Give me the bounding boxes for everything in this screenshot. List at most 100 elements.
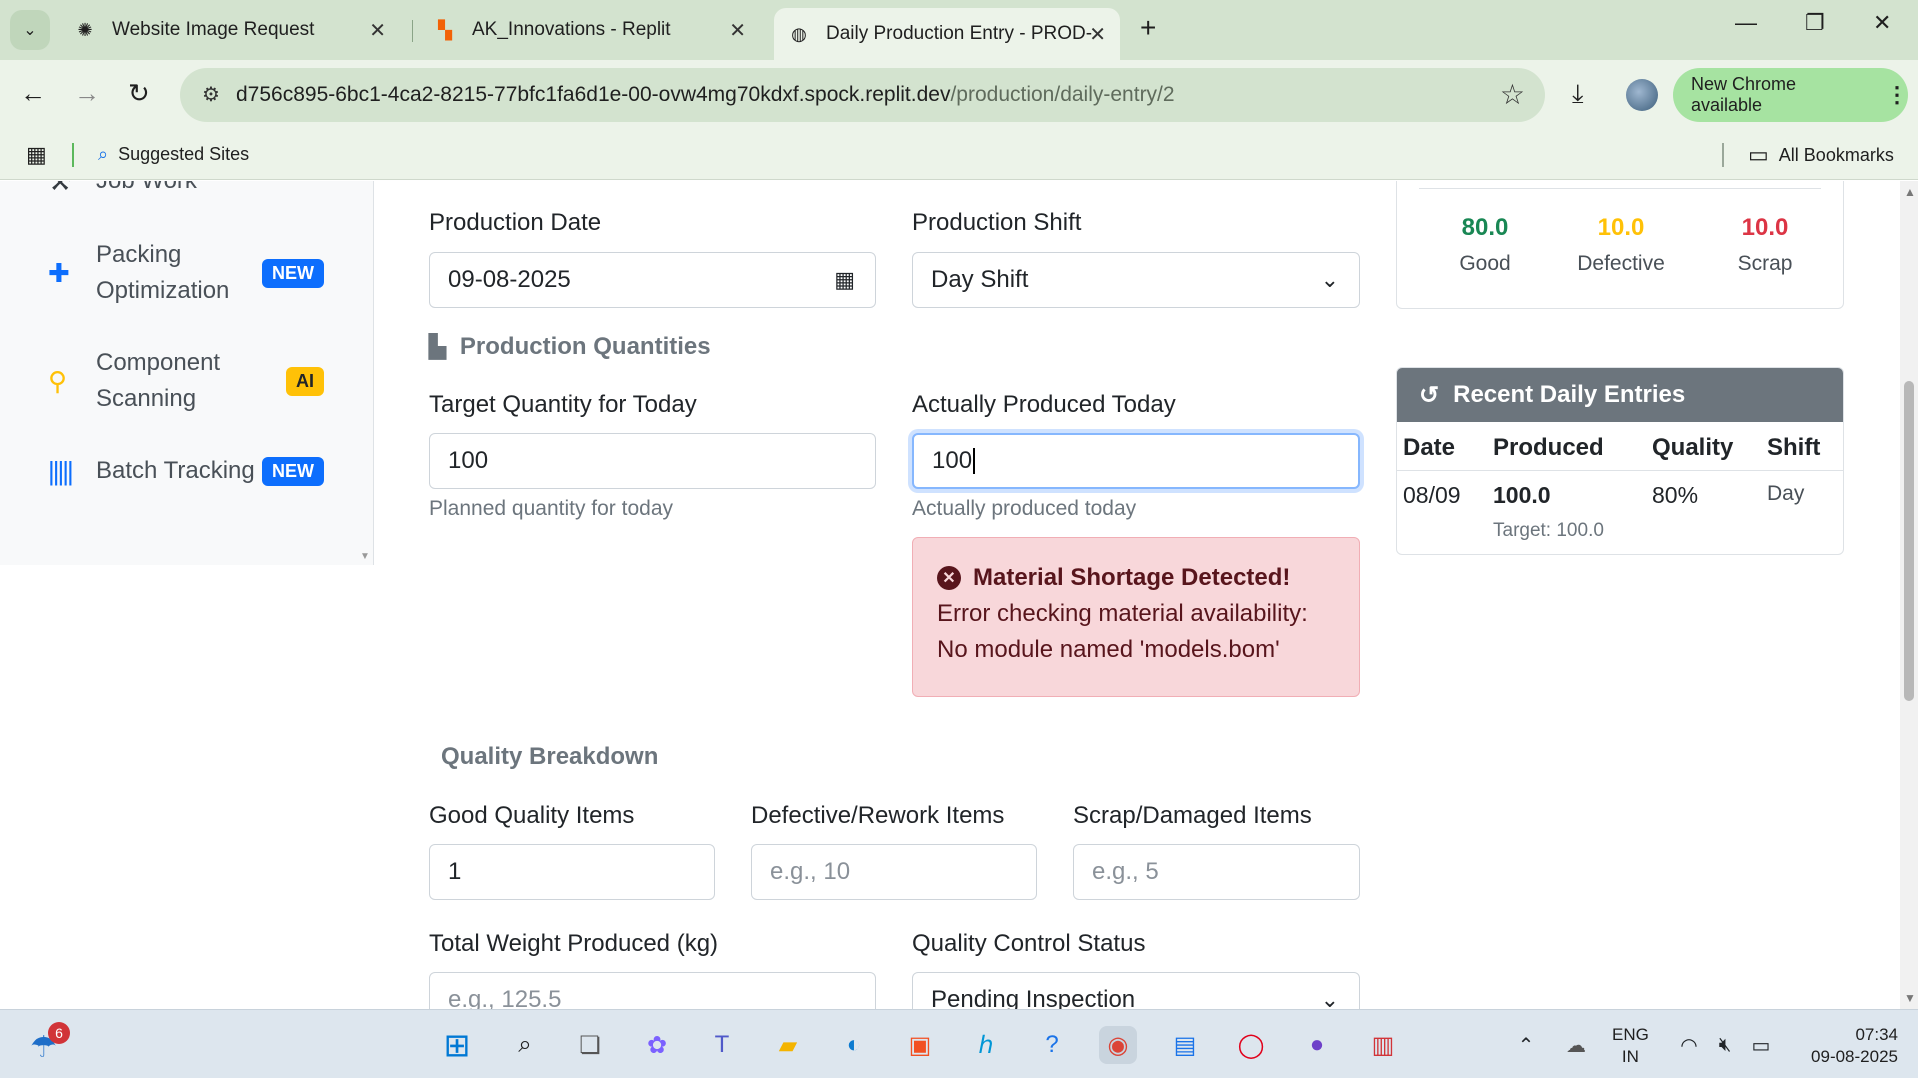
wifi-icon[interactable]: ◠	[1670, 1026, 1708, 1064]
forward-icon[interactable]: →	[74, 78, 100, 109]
search-icon: ⌕	[98, 144, 109, 164]
defective-items-label: Defective/Rework Items	[751, 802, 1005, 829]
apps-grid-icon[interactable]: ▦	[26, 142, 47, 168]
good-items-input[interactable]: 1	[429, 844, 715, 900]
language-indicator[interactable]: ENG IN	[1612, 1024, 1649, 1068]
defective-stat: 10.0 Defective	[1577, 214, 1665, 275]
replit-icon: ▚	[438, 19, 452, 40]
search-icon: ⚲	[48, 365, 68, 396]
page-viewport: ⚒ Job Work ✚ Packing Optimization NEW ⚲ …	[0, 181, 1918, 1009]
site-info-icon[interactable]: ⚙	[202, 82, 220, 107]
address-bar[interactable]: ⚙ d756c895-6bc1-4ca2-8215-77bfc1fa6d1e-0…	[180, 68, 1545, 122]
alert-body: Error checking material availability: No…	[937, 600, 1308, 663]
sidebar-item-component-scanning[interactable]: ⚲ Component Scanning AI	[48, 345, 338, 417]
sidebar-item-batch-tracking[interactable]: ||||| Batch Tracking NEW	[48, 453, 338, 489]
column-header-shift: Shift	[1767, 434, 1821, 461]
puzzle-icon: ✚	[48, 257, 70, 288]
total-weight-input[interactable]: e.g., 125.5	[429, 972, 876, 1009]
bookmark-star-icon[interactable]: ☆	[1500, 78, 1525, 111]
opera-icon[interactable]: ◯	[1232, 1026, 1270, 1064]
hp-icon[interactable]: ℎ	[967, 1026, 1005, 1064]
chevron-up-icon[interactable]: ⌃	[1507, 1026, 1545, 1064]
avatar[interactable]	[1626, 79, 1658, 111]
github-icon[interactable]: ●	[1298, 1026, 1336, 1064]
onedrive-icon[interactable]: ☁	[1557, 1026, 1595, 1064]
tools-icon: ⚒	[48, 181, 82, 197]
openai-icon: ✺	[77, 19, 93, 40]
tab-title: Daily Production Entry - PROD-	[826, 23, 1093, 44]
teams-icon[interactable]: T	[703, 1026, 741, 1064]
edge-icon[interactable]: ◐	[835, 1026, 873, 1064]
system-clock[interactable]: 07:34 09-08-2025	[1798, 1024, 1898, 1068]
volume-muted-icon[interactable]: 🔇︎	[1706, 1026, 1744, 1064]
defective-items-input[interactable]: e.g., 10	[751, 844, 1037, 900]
restore-icon[interactable]: ❐	[1805, 10, 1825, 36]
recent-entries-header: ↺ Recent Daily Entries	[1397, 368, 1843, 422]
target-quantity-helper: Planned quantity for today	[429, 497, 674, 520]
all-bookmarks-link[interactable]: ▭ All Bookmarks	[1748, 142, 1894, 168]
quality-summary-card: 80.0 Good 10.0 Defective 10.0 Scrap	[1396, 181, 1844, 309]
help-icon[interactable]: ?	[1033, 1026, 1071, 1064]
scrap-stat: 10.0 Scrap	[1737, 214, 1793, 275]
task-view-icon[interactable]: ❏	[571, 1026, 609, 1064]
divider	[1419, 188, 1821, 189]
production-shift-label: Production Shift	[912, 209, 1082, 236]
download-icon[interactable]: ⤓	[1572, 78, 1584, 110]
table-cell-produced: 100.0	[1493, 482, 1551, 508]
windows-start-icon[interactable]: ⊞	[438, 1026, 476, 1064]
navigation-bar: ← → ↻ ⚙ d756c895-6bc1-4ca2-8215-77bfc1fa…	[0, 60, 1918, 130]
suggested-sites-link[interactable]: ⌕ Suggested Sites	[98, 144, 249, 165]
tab-replit[interactable]: ▚ AK_Innovations - Replit ✕	[420, 8, 760, 52]
new-tab-icon[interactable]: +	[1140, 12, 1156, 44]
file-explorer-icon[interactable]: ▰	[769, 1026, 807, 1064]
reload-icon[interactable]: ↻	[128, 78, 150, 109]
new-badge: NEW	[262, 258, 324, 288]
scrap-items-input[interactable]: e.g., 5	[1073, 844, 1360, 900]
sidebar-item-packing-optimization[interactable]: ✚ Packing Optimization NEW	[48, 237, 338, 309]
close-tab-icon[interactable]: ✕	[369, 18, 386, 43]
bookmark-separator	[72, 143, 74, 167]
actual-produced-helper: Actually produced today	[912, 497, 1137, 520]
history-icon: ↺	[1419, 381, 1440, 409]
scrollbar-thumb[interactable]	[1904, 381, 1914, 701]
back-icon[interactable]: ←	[20, 78, 46, 109]
alert-title: ✕ Material Shortage Detected!	[937, 564, 1335, 592]
chevron-down-icon: ⌄	[1320, 267, 1339, 292]
column-header-produced: Produced	[1493, 434, 1604, 461]
sidebar-item-job-work[interactable]: ⚒ Job Work	[48, 181, 338, 199]
tab-search-icon[interactable]: ⌄	[10, 10, 50, 50]
quality-breakdown-title: Quality Breakdown	[441, 743, 659, 770]
scroll-down-icon[interactable]: ▼	[360, 551, 370, 562]
app-icon[interactable]: ▥	[1364, 1026, 1402, 1064]
search-icon[interactable]: ⌕	[506, 1026, 544, 1064]
page-scrollbar[interactable]: ▲ ▼	[1900, 181, 1918, 1009]
tab-website-image-request[interactable]: ✺ Website Image Request ✕	[60, 8, 400, 52]
folder-icon: ▭	[1748, 142, 1769, 167]
tab-daily-production-entry[interactable]: ◍ Daily Production Entry - PROD- ✕	[774, 8, 1120, 60]
copilot-icon[interactable]: ✿	[638, 1026, 676, 1064]
calendar-icon[interactable]: ▦	[834, 267, 855, 293]
close-tab-icon[interactable]: ✕	[1089, 22, 1106, 47]
close-window-icon[interactable]: ✕	[1873, 10, 1891, 36]
notepad-icon[interactable]: ▤	[1166, 1026, 1204, 1064]
tab-separator	[412, 20, 413, 42]
table-cell-quality: 80%	[1652, 482, 1699, 508]
chrome-icon[interactable]: ◉	[1099, 1026, 1137, 1064]
error-circle-icon: ✕	[937, 566, 961, 590]
target-quantity-input[interactable]: 100	[429, 433, 876, 489]
qc-status-select[interactable]: Pending Inspection ⌄	[912, 972, 1360, 1009]
production-date-input[interactable]: 09-08-2025 ▦	[429, 252, 876, 308]
good-stat: 80.0 Good	[1459, 214, 1511, 275]
close-tab-icon[interactable]: ✕	[729, 18, 746, 43]
url-text[interactable]: d756c895-6bc1-4ca2-8215-77bfc1fa6d1e-00-…	[236, 83, 1175, 107]
sidebar: ⚒ Job Work ✚ Packing Optimization NEW ⚲ …	[0, 181, 374, 565]
minimize-icon[interactable]: —	[1735, 10, 1757, 36]
production-shift-select[interactable]: Day Shift ⌄	[912, 252, 1360, 308]
scroll-up-icon[interactable]: ▲	[1904, 185, 1916, 199]
total-weight-label: Total Weight Produced (kg)	[429, 930, 719, 957]
actual-produced-input[interactable]: 100	[912, 433, 1360, 489]
battery-icon[interactable]: ▭	[1742, 1026, 1780, 1064]
scroll-down-icon[interactable]: ▼	[1904, 991, 1916, 1005]
new-chrome-button[interactable]: New Chrome available ⋮	[1673, 68, 1908, 122]
store-icon[interactable]: ▣	[901, 1026, 939, 1064]
